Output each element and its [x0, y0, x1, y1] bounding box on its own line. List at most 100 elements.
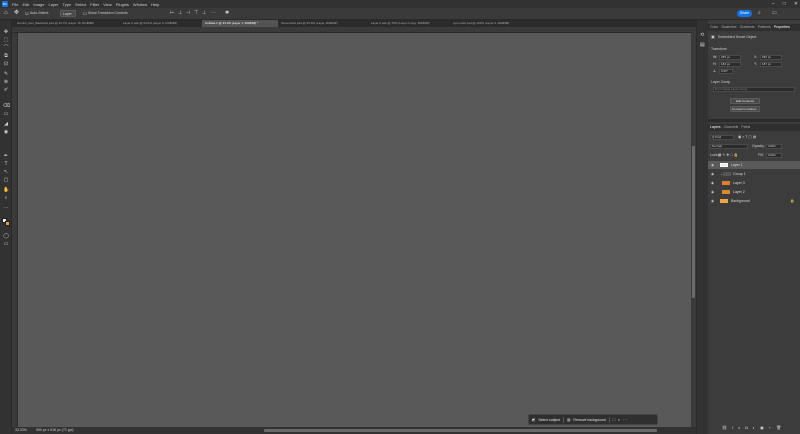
libraries-icon[interactable]: ▤ [700, 42, 705, 48]
menu-view[interactable]: View [103, 2, 112, 7]
brush-tool-icon[interactable]: ✐ [3, 88, 9, 93]
visibility-eye-icon[interactable]: ◉ [711, 197, 714, 205]
lasso-tool-icon[interactable]: ⌒ [3, 46, 9, 51]
angle-field[interactable]: 0.00° [719, 69, 733, 74]
gradient-tool-icon[interactable]: ◢ [3, 122, 9, 127]
path-select-tool-icon[interactable]: ↖ [3, 170, 9, 175]
transform-icon[interactable]: ⛶ [613, 418, 615, 422]
visibility-eye-icon[interactable]: ◉ [711, 188, 714, 196]
adjustment-icon[interactable]: ◐ [618, 418, 620, 422]
menu-select[interactable]: Select [75, 2, 86, 7]
menu-window[interactable]: Window [133, 2, 147, 7]
menu-file[interactable]: File [12, 2, 18, 7]
menu-edit[interactable]: Edit [22, 2, 29, 7]
visibility-eye-icon[interactable]: ◉ [711, 179, 714, 187]
crop-tool-icon[interactable]: ⊡ [3, 62, 9, 67]
taskbar-more-button[interactable]: ··· [623, 418, 627, 422]
tab-document-5[interactable]: Layer 0.psb @ 75% (Layer 0 copy, RGB/8#) [368, 20, 450, 27]
layer-filter-icons[interactable]: ▣◐T▢▤ [738, 135, 757, 139]
align-right-icon[interactable]: ⊣ [186, 10, 190, 17]
visibility-eye-icon[interactable]: ◉ [711, 170, 714, 178]
edit-toolbar-icon[interactable]: ⋯ [3, 206, 9, 211]
shape-tool-icon[interactable]: ▢ [3, 178, 9, 183]
type-tool-icon[interactable]: T [3, 162, 9, 167]
share-button[interactable]: Share [737, 10, 752, 17]
horizontal-scrollbar-thumb[interactable] [264, 429, 657, 432]
move-tool-icon[interactable]: ✥ [14, 10, 19, 17]
auto-select-target-dropdown[interactable]: Layer [60, 10, 76, 17]
eyedropper-tool-icon[interactable]: ✎ [3, 72, 9, 77]
y-field[interactable]: 187 px [760, 62, 782, 67]
menu-filter[interactable]: Filter [90, 2, 99, 7]
remove-background-button[interactable]: Remove background [573, 418, 605, 422]
layer-comp-dropdown[interactable]: Don't Apply Layer Comp [713, 87, 795, 92]
tab-paths[interactable]: Paths [741, 124, 750, 131]
minimize-icon[interactable]: – [772, 1, 775, 7]
healing-tool-icon[interactable]: ⊗ [3, 80, 9, 85]
more-options-icon[interactable]: ⋯ [211, 10, 216, 17]
workspace-icon[interactable]: ▭ [772, 10, 777, 17]
document-size[interactable]: 950 px x 516 px (72 ppi) [36, 427, 74, 434]
menu-layer[interactable]: Layer [48, 2, 58, 7]
background-color-swatch[interactable] [5, 221, 10, 226]
stamp-tool-icon[interactable]: ▭ [3, 112, 9, 117]
vertical-scrollbar-thumb[interactable] [692, 146, 695, 298]
tab-document-2[interactable]: Layer 0.psb @ 53.6% (Layer 0, RGB/8#) [120, 20, 202, 27]
tab-document-6[interactable]: cyc-mod2.psd @ 100% (Layer 0, RGB/8#) [450, 20, 530, 27]
blend-mode-dropdown[interactable]: Normal [710, 144, 748, 149]
menu-plugins[interactable]: Plugins [116, 2, 129, 7]
align-center-icon[interactable]: ⊥ [178, 10, 182, 17]
tab-document-3-active[interactable]: Untitled-1 @ 33.3% (Layer 1, RGB/8#) * [202, 20, 278, 27]
layers-footer-icons[interactable]: ⛓fx◘◐▣+🗑 [722, 425, 786, 430]
tab-properties[interactable]: Properties [774, 24, 790, 31]
3d-mode-icon[interactable]: ✱ [225, 10, 229, 17]
home-icon[interactable]: ⌂ [4, 10, 8, 17]
auto-select-checkbox[interactable]: ☑ [25, 10, 29, 17]
select-subject-button[interactable]: Select subject [538, 418, 560, 422]
edit-contents-button[interactable]: Edit Contents [730, 98, 760, 104]
screen-mode-icon[interactable]: ▭ [3, 242, 9, 247]
menu-help[interactable]: Help [151, 2, 159, 7]
tab-swatches[interactable]: Swatches [721, 24, 736, 31]
tab-gradients[interactable]: Gradients [740, 24, 755, 31]
quick-mask-icon[interactable]: ◯ [3, 234, 9, 239]
tab-color[interactable]: Color [710, 24, 718, 31]
search-icon[interactable]: ⌕ [758, 10, 761, 17]
lock-icon[interactable]: 🔒 [790, 197, 794, 205]
convert-to-linked-button[interactable]: Convert to Linked... [730, 106, 760, 112]
fill-field[interactable]: 100% [766, 153, 782, 158]
menu-type[interactable]: Type [63, 2, 72, 7]
tab-layers[interactable]: Layers [710, 124, 721, 131]
lock-icons[interactable]: ▦✎✥⛶🔒 [718, 153, 739, 157]
visibility-eye-icon[interactable]: ◉ [711, 161, 714, 169]
object-select-tool-icon[interactable]: ⧉ [3, 54, 9, 59]
tab-document-1[interactable]: Gemini_Gen_Backdrop.psd @ 33.7% (Layer 1… [14, 20, 112, 27]
zoom-level[interactable]: 33.33% [15, 427, 27, 434]
close-icon[interactable]: ✕ [794, 1, 798, 7]
history-icon[interactable]: ⟲ [700, 32, 704, 38]
layer-row-layer-1[interactable]: ◉ Layer 1 [708, 161, 800, 169]
align-middle-icon[interactable]: ⊥ [202, 10, 206, 17]
zoom-tool-icon[interactable]: ⌕ [3, 196, 9, 201]
marquee-tool-icon[interactable]: ⬚ [3, 38, 9, 43]
x-field[interactable]: 250 px [760, 55, 782, 60]
pen-tool-icon[interactable]: ✒ [3, 154, 9, 159]
tab-document-4[interactable]: Screenshot.psd @ 25.9% (Layer, RGB/8#) [278, 20, 368, 27]
align-left-icon[interactable]: ⊢ [170, 10, 174, 17]
document-canvas[interactable] [18, 33, 691, 427]
show-transform-checkbox[interactable]: ☐ [83, 10, 87, 17]
layer-row-layer-2[interactable]: ◉ Layer 2 [708, 188, 800, 196]
layer-row-group-1[interactable]: ◉ ⌄ Group 1 [708, 170, 800, 178]
dodge-tool-icon[interactable]: ◉ [3, 130, 9, 135]
layer-row-background[interactable]: ◉ Background 🔒 [708, 197, 800, 205]
maximize-icon[interactable]: □ [783, 1, 786, 7]
layer-filter-kind[interactable]: Q Kind [710, 135, 734, 140]
tab-channels[interactable]: Channels [724, 124, 739, 131]
align-top-icon[interactable]: ⊤ [194, 10, 198, 17]
height-field[interactable]: 184 px [719, 62, 741, 67]
eraser-tool-icon[interactable]: ⌫ [3, 104, 10, 109]
tab-patterns[interactable]: Patterns [758, 24, 771, 31]
opacity-field[interactable]: 100% [766, 144, 782, 149]
move-tool-icon[interactable]: ✥ [3, 30, 9, 35]
width-field[interactable]: 250 px [719, 55, 741, 60]
